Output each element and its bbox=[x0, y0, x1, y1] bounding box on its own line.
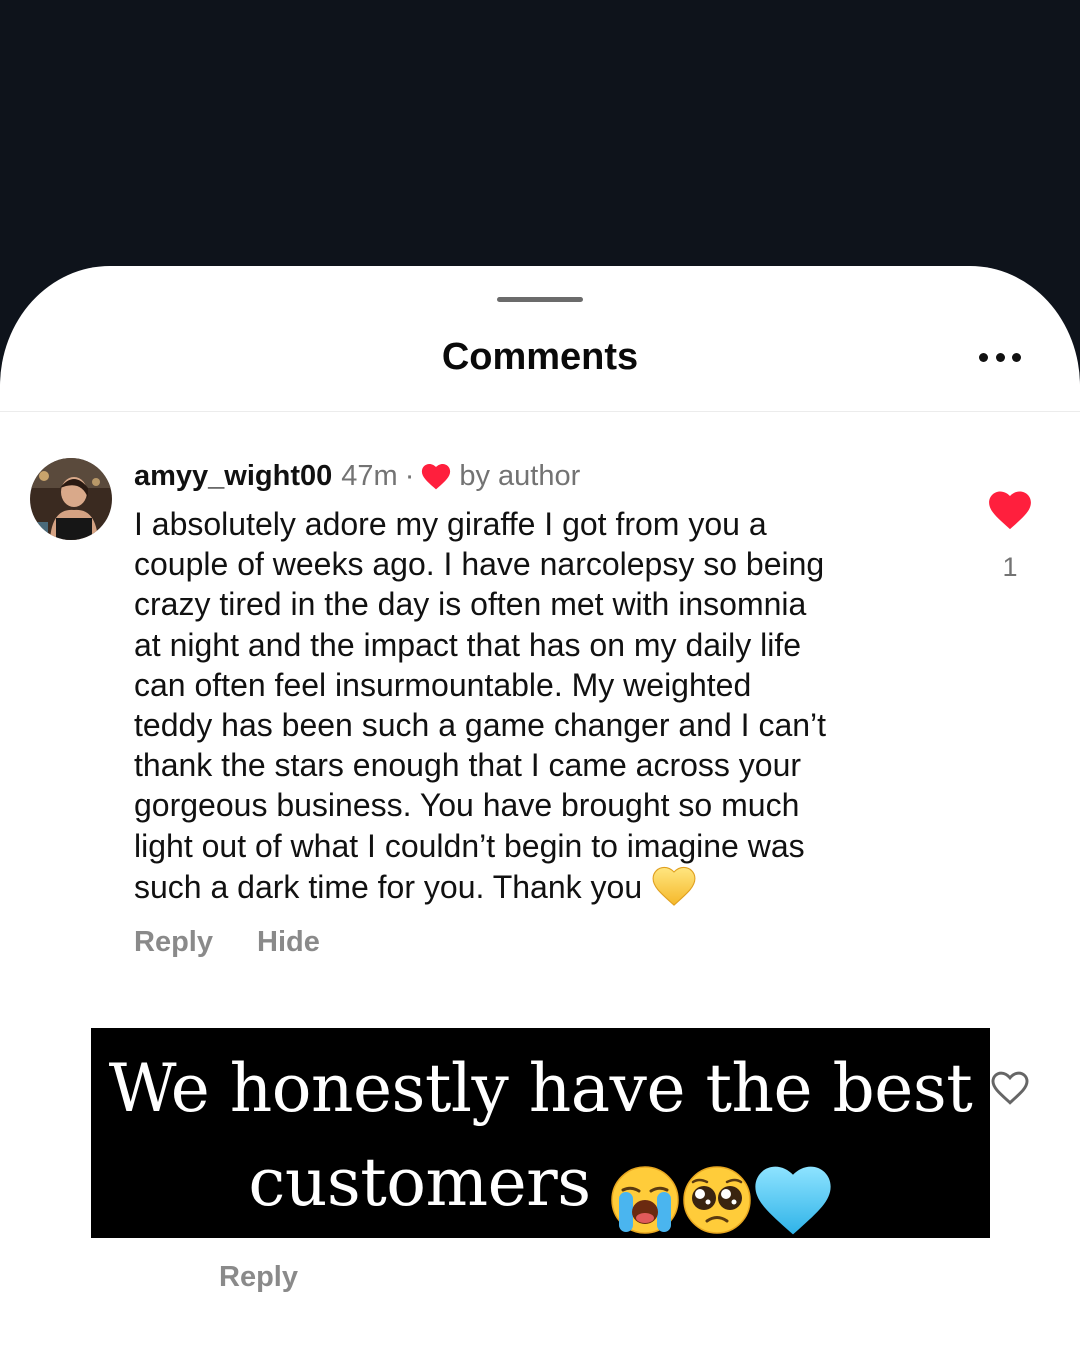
comment-line: light out of what I couldn’t begin to im… bbox=[134, 827, 805, 864]
like-button-filled-heart-icon[interactable] bbox=[988, 490, 1032, 530]
pleading-face-emoji bbox=[682, 1166, 751, 1234]
reply-button[interactable]: Reply bbox=[219, 1261, 298, 1294]
reply-button[interactable]: Reply bbox=[134, 926, 213, 959]
comment-line: thank the stars enough that I came acros… bbox=[134, 747, 802, 784]
meta-separator: · bbox=[404, 459, 415, 492]
sheet-grabber[interactable] bbox=[497, 297, 583, 302]
comment-line: I absolutely adore my giraffe I got from… bbox=[134, 506, 767, 542]
light-blue-heart-emoji bbox=[754, 1166, 831, 1235]
overlay-emojis bbox=[609, 1156, 833, 1236]
dimmed-background[interactable] bbox=[0, 0, 1080, 300]
timestamp: 47m bbox=[341, 459, 398, 492]
avatar[interactable] bbox=[30, 458, 112, 540]
yellow-heart-emoji bbox=[652, 866, 696, 906]
sheet-title: Comments bbox=[441, 336, 639, 378]
overlay-line-1: We honestly have the best bbox=[108, 1050, 973, 1127]
comment-line-text: such a dark time for you. Thank you bbox=[134, 868, 643, 905]
username[interactable]: amyy_wight00 bbox=[134, 460, 332, 493]
comment-line: couple of weeks ago. I have narcolepsy s… bbox=[134, 546, 825, 583]
comment-text: I absolutely adore my giraffe I got from… bbox=[134, 504, 954, 907]
hide-button[interactable]: Hide bbox=[257, 926, 320, 959]
caption-overlay: We honestly have the best customers bbox=[91, 1028, 990, 1238]
comment-line: teddy has been such a game changer and I… bbox=[134, 707, 827, 744]
red-heart-icon bbox=[422, 463, 451, 489]
comment-line: gorgeous business. You have brought so m… bbox=[134, 787, 800, 824]
comment-line-last: such a dark time for you. Thank you bbox=[134, 866, 954, 907]
ellipsis-icon bbox=[979, 352, 988, 362]
overlay-line-2: customers bbox=[91, 1144, 990, 1236]
comment-line: crazy tired in the day is often met with… bbox=[134, 586, 807, 623]
overlay-line-2-text: customers bbox=[248, 1144, 591, 1221]
comment-line: at night and the impact that has on my d… bbox=[134, 626, 802, 663]
like-button-outline-heart-icon[interactable] bbox=[990, 1070, 1030, 1106]
loudly-crying-face-emoji bbox=[610, 1166, 679, 1234]
header-divider bbox=[0, 411, 1080, 412]
comment-line: can often feel insurmountable. My weight… bbox=[134, 666, 752, 703]
more-options-button[interactable] bbox=[974, 346, 1026, 368]
like-count: 1 bbox=[1002, 552, 1018, 582]
comment-meta: amyy_wight00 47m · by author bbox=[134, 456, 580, 496]
by-author-label: by author bbox=[459, 459, 581, 492]
